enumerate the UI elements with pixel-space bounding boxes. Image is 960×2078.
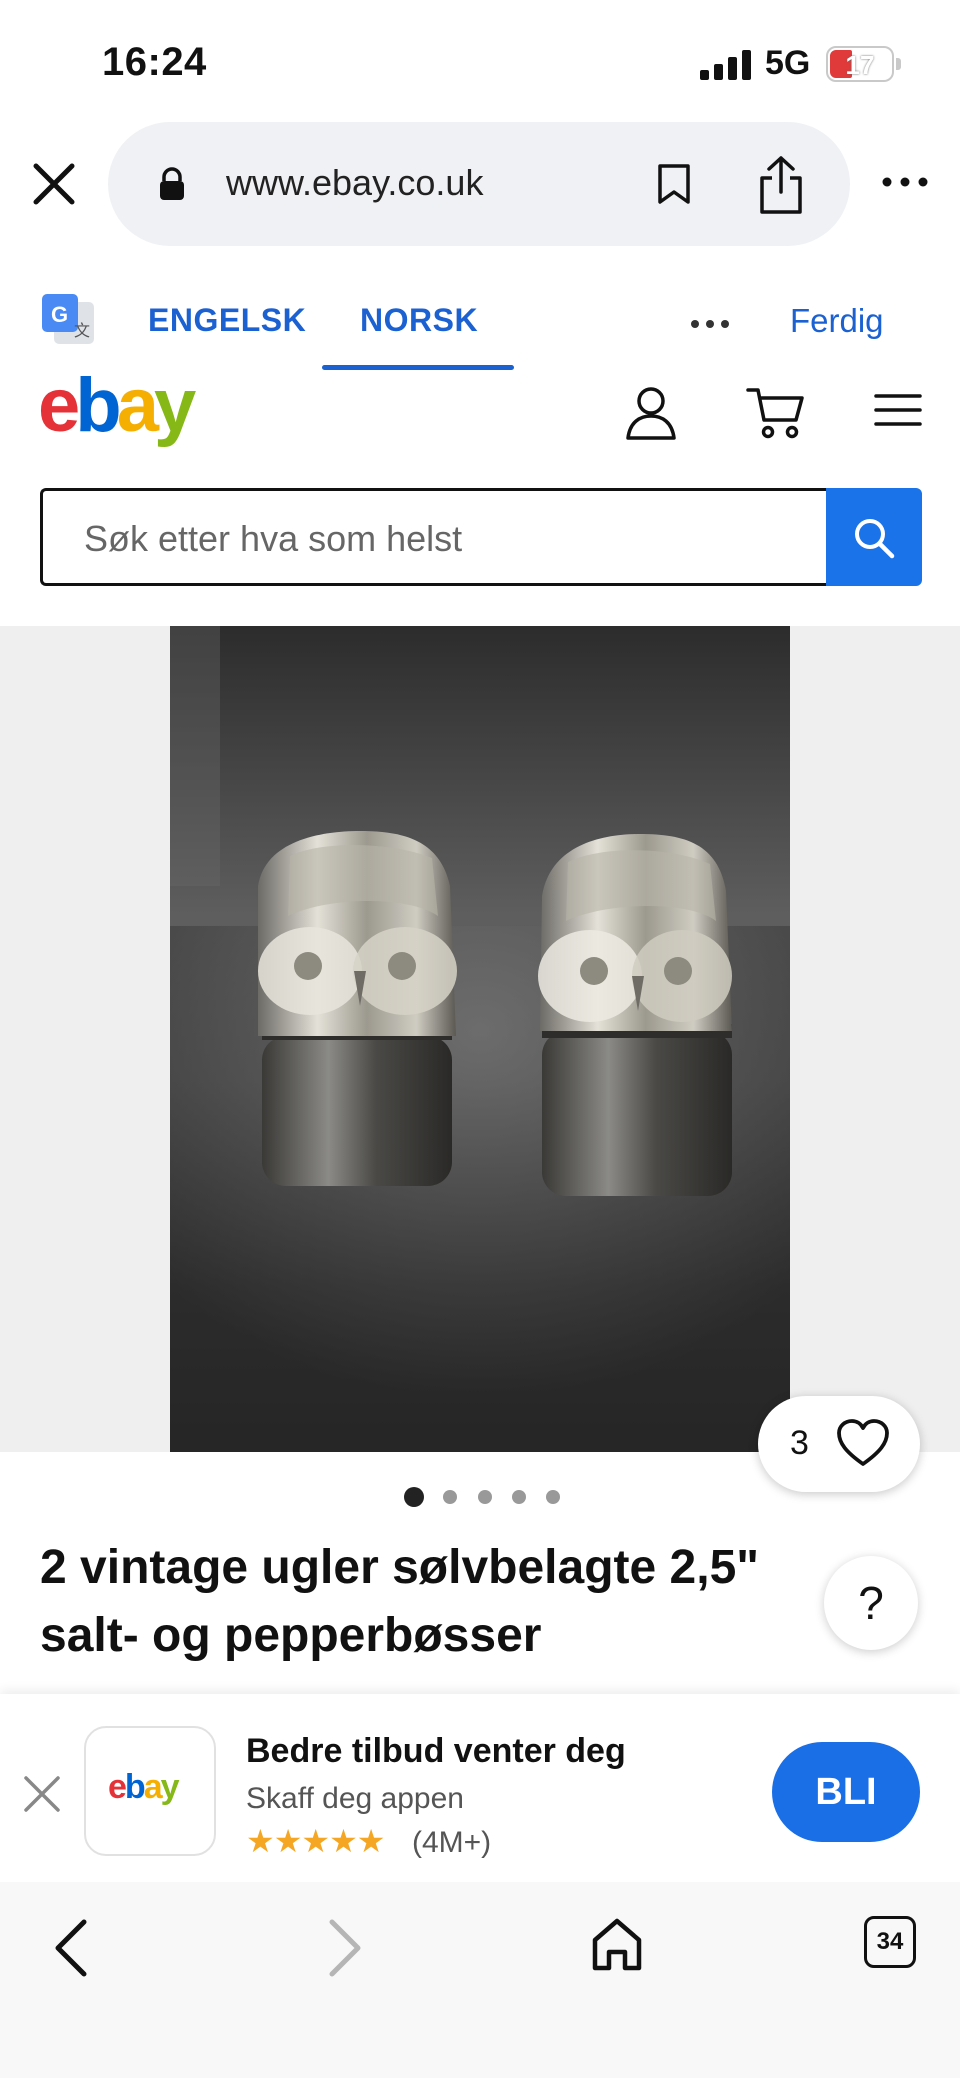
more-icon[interactable]: [880, 172, 930, 192]
url-text[interactable]: www.ebay.co.uk: [226, 162, 483, 204]
hamburger-menu-icon[interactable]: [874, 390, 922, 430]
network-type: 5G: [765, 44, 811, 82]
svg-text:G: G: [51, 302, 68, 327]
user-icon[interactable]: [624, 384, 678, 442]
carousel-dot-3[interactable]: [478, 1490, 492, 1504]
app-icon[interactable]: ebay: [84, 1726, 216, 1856]
home-icon[interactable]: [590, 1916, 644, 1974]
listing-title: 2 vintage ugler sølvbelagte 2,5" salt- o…: [40, 1541, 760, 1662]
share-icon[interactable]: [754, 154, 808, 216]
browser-bottom-toolbar: [0, 1882, 960, 2078]
tabs-button[interactable]: 34: [864, 1916, 916, 1968]
bookmark-icon[interactable]: [656, 162, 692, 206]
favorite-button[interactable]: 3: [758, 1396, 920, 1492]
logo-letter-b: b: [75, 363, 121, 448]
heart-icon: [837, 1419, 889, 1466]
translate-more-icon[interactable]: [690, 318, 730, 330]
search-icon: [855, 519, 895, 559]
help-button[interactable]: ?: [824, 1556, 918, 1650]
battery-tip: [896, 58, 901, 70]
search-button[interactable]: [826, 488, 922, 586]
status-time: 16:24: [102, 40, 207, 84]
lock-icon: [160, 167, 184, 200]
join-button[interactable]: BLI: [772, 1742, 920, 1842]
owl-shakers-photo: [170, 626, 790, 1452]
translate-source-language[interactable]: ENGELSK: [148, 302, 306, 339]
cart-icon[interactable]: [746, 384, 806, 440]
rating-stars: ★★★★★: [246, 1823, 385, 1859]
close-icon[interactable]: [22, 1774, 62, 1814]
carousel-dot-2[interactable]: [443, 1490, 457, 1504]
active-language-indicator: [322, 365, 514, 370]
rating-count: (4M+): [412, 1826, 492, 1859]
banner-subtitle: Skaff deg appen: [246, 1782, 464, 1815]
logo-letter-e: e: [38, 363, 80, 448]
close-icon[interactable]: [28, 158, 80, 210]
banner-title: Bedre tilbud venter deg: [246, 1732, 626, 1770]
carousel-dot-5[interactable]: [546, 1490, 560, 1504]
translate-done-button[interactable]: Ferdig: [790, 302, 884, 340]
logo-letter-y: y: [154, 363, 196, 448]
favorite-count: 3: [790, 1424, 809, 1462]
product-image[interactable]: [170, 626, 790, 1452]
carousel-dot-1[interactable]: [404, 1487, 424, 1507]
svg-text:文: 文: [74, 321, 90, 340]
translate-target-language[interactable]: NORSK: [360, 302, 478, 339]
carousel-dot-4[interactable]: [512, 1490, 526, 1504]
chevron-right-icon[interactable]: [322, 1916, 366, 1980]
logo-letter-a: a: [116, 363, 159, 448]
ebay-logo[interactable]: ebay: [38, 368, 196, 444]
battery-level: 17: [845, 50, 875, 80]
chevron-left-icon[interactable]: [50, 1916, 94, 1980]
battery-icon: 17: [826, 46, 894, 82]
search-placeholder[interactable]: Søk etter hva som helst: [84, 518, 462, 560]
google-translate-icon: G 文: [42, 294, 94, 344]
app-logo: ebay: [108, 1768, 180, 1806]
signal-icon: [700, 50, 752, 80]
